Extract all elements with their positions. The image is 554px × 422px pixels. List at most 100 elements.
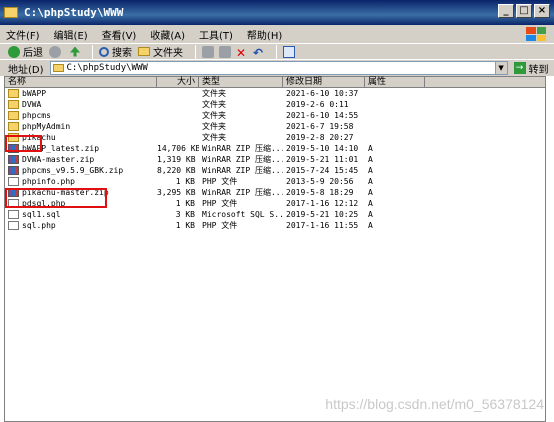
windows-logo-icon: [526, 27, 546, 41]
copy-to-icon[interactable]: [219, 45, 231, 58]
file-size: 3,295 KB: [157, 188, 196, 197]
file-icon: [8, 221, 19, 230]
folders-button[interactable]: 文件夹: [138, 44, 183, 59]
file-name-text: phpMyAdmin: [22, 122, 71, 131]
move-to-icon[interactable]: [202, 45, 214, 58]
file-type: PHP 文件: [202, 199, 238, 208]
file-name-text: pdsql.php: [22, 199, 66, 208]
file-modified: 2021-6-10 10:37: [286, 89, 359, 98]
file-type: PHP 文件: [202, 177, 238, 186]
file-attr: A: [368, 188, 373, 197]
address-value: C:\phpStudy\WWW: [66, 63, 148, 73]
file-row[interactable]: pikachu-master.zip 3,295 KB WinRAR ZIP 压缩.…: [5, 187, 545, 198]
column-name[interactable]: 名称: [5, 77, 157, 87]
file-modified: 2013-5-9 20:56: [286, 177, 354, 186]
maximize-button[interactable]: □: [516, 4, 532, 18]
file-modified: 2019-5-8 18:29: [286, 188, 354, 197]
file-name-text: sql.php: [22, 221, 56, 230]
file-attr: A: [368, 210, 373, 219]
zip-archive-icon: [8, 155, 19, 164]
file-size: [157, 132, 199, 143]
menu-favorites[interactable]: 收藏(A): [150, 27, 185, 42]
toolbar-separator: [195, 44, 196, 59]
delete-icon[interactable]: ✕: [236, 46, 248, 60]
menu-tools[interactable]: 工具(T): [199, 27, 233, 42]
file-modified: 2019-2-6 0:11: [286, 100, 349, 109]
zip-archive-icon: [8, 188, 19, 197]
column-attr[interactable]: 属性: [365, 77, 425, 87]
views-icon[interactable]: [283, 45, 295, 58]
file-modified: 2017-1-16 11:55: [286, 221, 359, 230]
file-row[interactable]: pdsql.php 1 KB PHP 文件 2017-1-16 12:12 A: [5, 198, 545, 209]
file-name: pikachu: [5, 132, 157, 143]
toolbar: 后退 搜索 文件夹 ✕ ↶: [0, 43, 554, 60]
folder-icon: [8, 100, 19, 109]
file-type: WinRAR ZIP 压缩...: [202, 144, 283, 153]
file-list: 名称 大小 类型 修改日期 属性 bWAPP 文件夹 2021-6-10 10:37…: [4, 76, 546, 422]
file-attr: A: [368, 166, 373, 175]
menu-view[interactable]: 查看(V): [102, 27, 137, 42]
column-type[interactable]: 类型: [199, 77, 283, 87]
file-modified: 2019-2-8 20:27: [286, 133, 354, 142]
file-size: 1,319 KB: [157, 155, 196, 164]
file-row[interactable]: bWAPP_latest.zip 14,706 KB WinRAR ZIP 压缩..…: [5, 143, 545, 154]
file-row[interactable]: phpinfo.php 1 KB PHP 文件 2013-5-9 20:56 A: [5, 176, 545, 187]
file-size: 1 KB: [175, 199, 195, 208]
forward-button[interactable]: [49, 45, 64, 58]
address-bar: 地址(D) C:\phpStudy\WWW ▼ → 转到: [0, 59, 554, 76]
file-row[interactable]: phpMyAdmin 文件夹 2021-6-7 19:58: [5, 121, 545, 132]
window-title: C:\phpStudy\WWW: [24, 6, 124, 19]
file-name-text: bWAPP: [22, 89, 47, 98]
address-input[interactable]: C:\phpStudy\WWW ▼: [49, 61, 508, 75]
search-button[interactable]: 搜索: [99, 44, 132, 59]
file-icon: [8, 177, 19, 186]
file-modified: 2021-6-10 14:55: [286, 111, 359, 120]
file-name-text: phpcms: [22, 111, 51, 120]
chevron-down-icon[interactable]: ▼: [494, 62, 507, 74]
watermark: https://blog.csdn.net/m0_56378124: [325, 396, 544, 412]
minimize-button[interactable]: _: [498, 4, 514, 18]
file-row[interactable]: phpcms_v9.5.9_GBK.zip 8,220 KB WinRAR ZIP …: [5, 165, 545, 176]
file-modified: 2019-5-21 11:01: [286, 155, 359, 164]
file-name: bWAPP_latest.zip: [5, 143, 157, 154]
up-button[interactable]: [70, 46, 80, 57]
menu-help[interactable]: 帮助(H): [247, 27, 282, 42]
file-row[interactable]: sql.php 1 KB PHP 文件 2017-1-16 11:55 A: [5, 220, 545, 231]
list-header: 名称 大小 类型 修改日期 属性: [5, 77, 545, 88]
file-row[interactable]: pikachu 文件夹 2019-2-8 20:27: [5, 132, 545, 143]
file-row[interactable]: bWAPP 文件夹 2021-6-10 10:37: [5, 88, 545, 99]
file-name: sql.php: [5, 220, 157, 231]
file-attr: A: [368, 155, 373, 164]
go-label: 转到: [528, 64, 549, 76]
window-controls: _ □ ×: [498, 4, 550, 18]
file-row[interactable]: DVWA-master.zip 1,319 KB WinRAR ZIP 压缩... 2…: [5, 154, 545, 165]
undo-icon[interactable]: ↶: [253, 46, 265, 60]
file-name: phpcms_v9.5.9_GBK.zip: [5, 165, 157, 176]
back-label: 后退: [23, 48, 43, 59]
file-row[interactable]: DVWA 文件夹 2019-2-6 0:11: [5, 99, 545, 110]
file-modified: 2015-7-24 15:45: [286, 166, 359, 175]
close-button[interactable]: ×: [534, 4, 550, 18]
file-attr: A: [368, 221, 373, 230]
column-size[interactable]: 大小: [157, 77, 199, 87]
folder-icon: [52, 64, 64, 72]
file-name: phpinfo.php: [5, 176, 157, 187]
menu-file[interactable]: 文件(F): [6, 27, 40, 42]
go-button[interactable]: → 转到: [513, 61, 549, 76]
file-type: 文件夹: [202, 133, 226, 142]
file-type: PHP 文件: [202, 221, 238, 230]
column-modified[interactable]: 修改日期: [283, 77, 365, 87]
file-row[interactable]: phpcms 文件夹 2021-6-10 14:55: [5, 110, 545, 121]
menu-edit[interactable]: 编辑(E): [54, 27, 88, 42]
file-size: 3 KB: [175, 210, 195, 219]
file-name: sql1.sql: [5, 209, 157, 220]
file-name-text: pikachu: [22, 133, 56, 142]
file-row[interactable]: sql1.sql 3 KB Microsoft SQL S... 2019-5-21 …: [5, 209, 545, 220]
back-button[interactable]: 后退: [8, 44, 43, 59]
file-size: 14,706 KB: [157, 144, 199, 153]
file-name: bWAPP: [5, 88, 157, 99]
back-arrow-icon: [8, 45, 20, 58]
file-rows: bWAPP 文件夹 2021-6-10 10:37 DVWA 文件夹 2019-2-6 0…: [5, 88, 545, 231]
title-bar: C:\phpStudy\WWW _ □ ×: [0, 0, 554, 25]
file-type: 文件夹: [202, 122, 226, 131]
